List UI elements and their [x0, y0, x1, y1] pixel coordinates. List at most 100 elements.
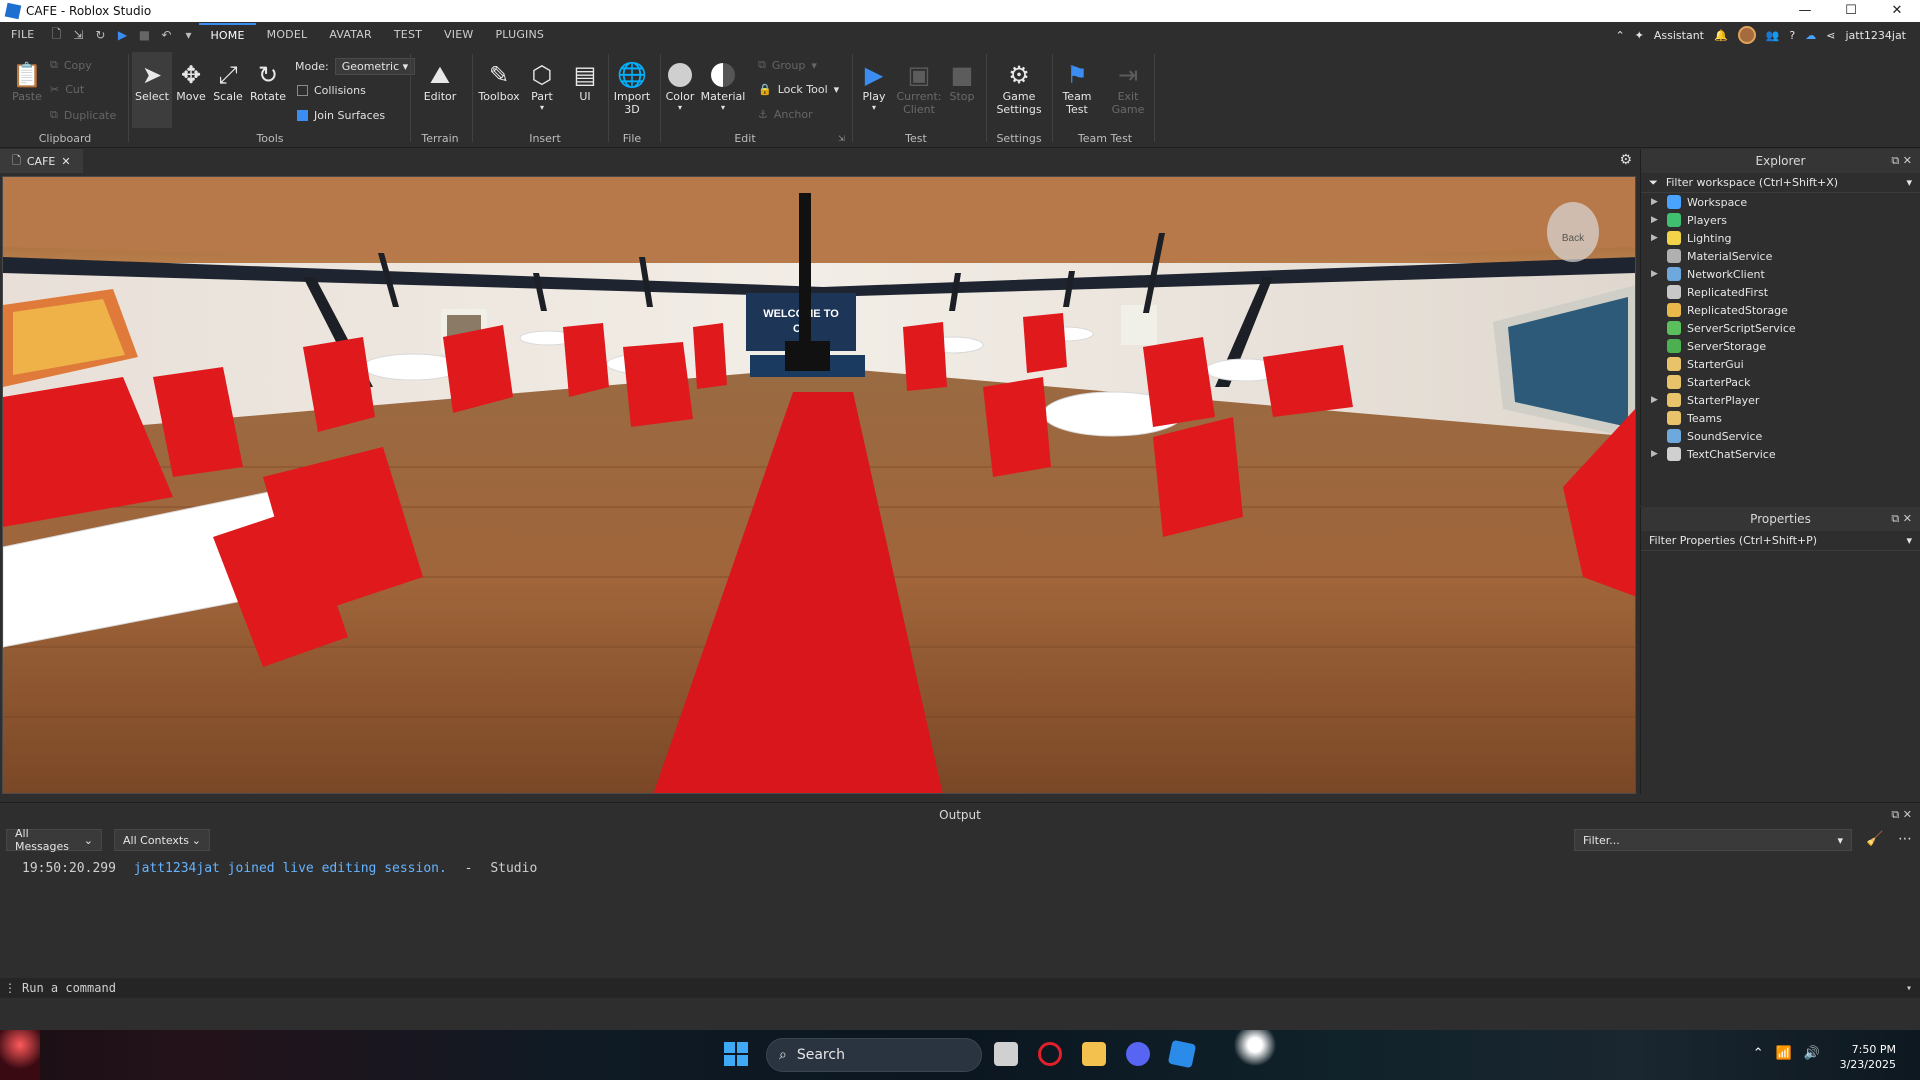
collaborators-icon[interactable]: 👥: [1766, 29, 1780, 42]
tab-view[interactable]: VIEW: [433, 22, 484, 48]
explorer-item[interactable]: Teams: [1641, 409, 1920, 427]
opera-browser-icon[interactable]: [1038, 1042, 1062, 1066]
anchor-button[interactable]: ⚓ Anchor: [758, 108, 813, 121]
explorer-item[interactable]: ReplicatedFirst: [1641, 283, 1920, 301]
toolbox-button[interactable]: ✎ Toolbox: [476, 60, 522, 103]
part-dropdown-icon[interactable]: ▾: [540, 103, 544, 112]
collisions-toggle[interactable]: Collisions: [297, 84, 366, 97]
join-surfaces-checkbox[interactable]: [297, 110, 308, 121]
paste-button[interactable]: 📋 Paste: [10, 60, 44, 103]
rotate-tool-button[interactable]: ↻ Rotate: [248, 60, 288, 103]
assistant-button[interactable]: Assistant: [1654, 29, 1704, 42]
save-icon[interactable]: ⇲: [67, 28, 89, 42]
exit-game-button[interactable]: ⇥ Exit Game: [1108, 60, 1148, 116]
expand-arrow-icon[interactable]: ▶: [1651, 233, 1667, 243]
collapse-ribbon-icon[interactable]: ⌃: [1615, 29, 1624, 42]
explorer-item[interactable]: MaterialService: [1641, 247, 1920, 265]
scale-tool-button[interactable]: ⤢ Scale: [211, 60, 245, 103]
mode-select[interactable]: Geometric ▾: [334, 58, 416, 75]
close-tab-icon[interactable]: ✕: [61, 155, 70, 168]
explorer-item[interactable]: ▶ NetworkClient: [1641, 265, 1920, 283]
ui-button[interactable]: ▤ UI: [570, 60, 600, 103]
more-options-icon[interactable]: ⋯: [1898, 831, 1912, 847]
explorer-item[interactable]: ReplicatedStorage: [1641, 301, 1920, 319]
explorer-filter[interactable]: ⏷ Filter workspace (Ctrl+Shift+X) ▾: [1641, 173, 1920, 193]
quick-access-dropdown-icon[interactable]: ▾: [177, 28, 199, 42]
avatar[interactable]: [1737, 26, 1756, 44]
explorer-item[interactable]: ServerScriptService: [1641, 319, 1920, 337]
stop-button[interactable]: ■ Stop: [946, 60, 978, 103]
command-bar[interactable]: ⋮ Run a command ▾: [0, 978, 1920, 998]
filter-dropdown-icon[interactable]: ▾: [1906, 176, 1912, 189]
properties-filter[interactable]: Filter Properties (Ctrl+Shift+P) ▾: [1641, 531, 1920, 551]
explorer-item[interactable]: ▶ Workspace: [1641, 193, 1920, 211]
tab-home[interactable]: HOME: [199, 23, 256, 47]
explorer-item[interactable]: StarterGui: [1641, 355, 1920, 373]
color-button[interactable]: Color ▾: [660, 60, 700, 112]
move-tool-button[interactable]: ✥ Move: [174, 60, 208, 103]
duplicate-button[interactable]: ⧉ Duplicate: [50, 108, 116, 122]
username-label[interactable]: jatt1234jat: [1845, 29, 1906, 42]
undo-icon[interactable]: ↶: [155, 28, 177, 42]
messages-filter-select[interactable]: All Messages ⌄: [6, 827, 102, 853]
close-window-button[interactable]: ✕: [1874, 0, 1920, 22]
color-dropdown-icon[interactable]: ▾: [678, 103, 682, 112]
expand-arrow-icon[interactable]: ▶: [1651, 215, 1667, 225]
quick-stop-icon[interactable]: ■: [133, 28, 155, 42]
taskbar-search[interactable]: ⌕ Search: [766, 1038, 982, 1072]
cloud-icon[interactable]: ☁: [1805, 29, 1816, 42]
explorer-item[interactable]: ▶ Players: [1641, 211, 1920, 229]
undock-properties-icon[interactable]: ⧉: [1891, 512, 1899, 525]
file-explorer-icon[interactable]: [1082, 1042, 1106, 1066]
explorer-item[interactable]: ServerStorage: [1641, 337, 1920, 355]
filter-dropdown-icon[interactable]: ▾: [1837, 834, 1843, 847]
terrain-editor-button[interactable]: ⛰ Editor: [420, 60, 460, 103]
part-button[interactable]: ⬡ Part ▾: [526, 60, 558, 112]
collisions-checkbox[interactable]: [297, 85, 308, 96]
output-filter-input[interactable]: Filter... ▾: [1574, 829, 1852, 851]
redo-arrow-icon[interactable]: ↻: [89, 28, 111, 42]
windows-start-icon[interactable]: [724, 1042, 748, 1066]
play-dropdown-icon[interactable]: ▾: [872, 103, 876, 112]
expand-arrow-icon[interactable]: ▶: [1651, 269, 1667, 279]
roblox-studio-taskbar-icon[interactable]: [1167, 1039, 1197, 1069]
tab-plugins[interactable]: PLUGINS: [484, 22, 555, 48]
explorer-item[interactable]: StarterPack: [1641, 373, 1920, 391]
discord-icon[interactable]: [1126, 1042, 1150, 1066]
material-dropdown-icon[interactable]: ▾: [721, 103, 725, 112]
help-icon[interactable]: ?: [1789, 29, 1795, 42]
expand-arrow-icon[interactable]: ▶: [1651, 449, 1667, 459]
tab-cafe[interactable]: 🗋 CAFE ✕: [0, 149, 83, 173]
tab-test[interactable]: TEST: [383, 22, 433, 48]
file-menu[interactable]: FILE: [0, 22, 45, 48]
task-view-icon[interactable]: [994, 1042, 1018, 1066]
navigation-cube[interactable]: Back: [1547, 202, 1599, 262]
edit-expand-icon[interactable]: ⇲: [838, 134, 845, 143]
undock-icon[interactable]: ⧉: [1891, 154, 1899, 167]
close-output-icon[interactable]: ✕: [1903, 808, 1912, 821]
close-properties-icon[interactable]: ✕: [1903, 512, 1912, 525]
join-surfaces-toggle[interactable]: Join Surfaces: [297, 109, 385, 122]
quick-play-icon[interactable]: ▶: [111, 28, 133, 42]
undock-output-icon[interactable]: ⧉: [1891, 808, 1899, 821]
group-button[interactable]: ⧉ Group ▾: [758, 58, 817, 72]
tab-model[interactable]: MODEL: [256, 22, 319, 48]
tab-avatar[interactable]: AVATAR: [318, 22, 383, 48]
minimize-button[interactable]: —: [1782, 0, 1828, 22]
new-file-icon[interactable]: 🗋: [45, 25, 67, 46]
play-button[interactable]: ▶ Play ▾: [858, 60, 890, 112]
close-explorer-icon[interactable]: ✕: [1903, 154, 1912, 167]
3d-viewport[interactable]: WELCOME TO CA: [2, 176, 1636, 794]
team-test-button[interactable]: ⚑ Team Test: [1056, 60, 1098, 116]
game-settings-button[interactable]: ⚙ Game Settings: [992, 60, 1046, 116]
import-3d-button[interactable]: 🌐 Import 3D: [612, 60, 652, 116]
assistant-sparkle-icon[interactable]: ✦: [1635, 29, 1644, 42]
tray-overflow-chevron-icon[interactable]: ⌃: [1753, 1046, 1764, 1061]
explorer-item[interactable]: SoundService: [1641, 427, 1920, 445]
viewport-settings-gear-icon[interactable]: ⚙: [1619, 152, 1632, 168]
properties-filter-dropdown-icon[interactable]: ▾: [1906, 534, 1912, 547]
cut-button[interactable]: ✂ Cut: [50, 83, 84, 96]
explorer-item[interactable]: ▶ TextChatService: [1641, 445, 1920, 463]
command-dropdown-icon[interactable]: ▾: [1906, 983, 1912, 994]
maximize-button[interactable]: ☐: [1828, 0, 1874, 22]
